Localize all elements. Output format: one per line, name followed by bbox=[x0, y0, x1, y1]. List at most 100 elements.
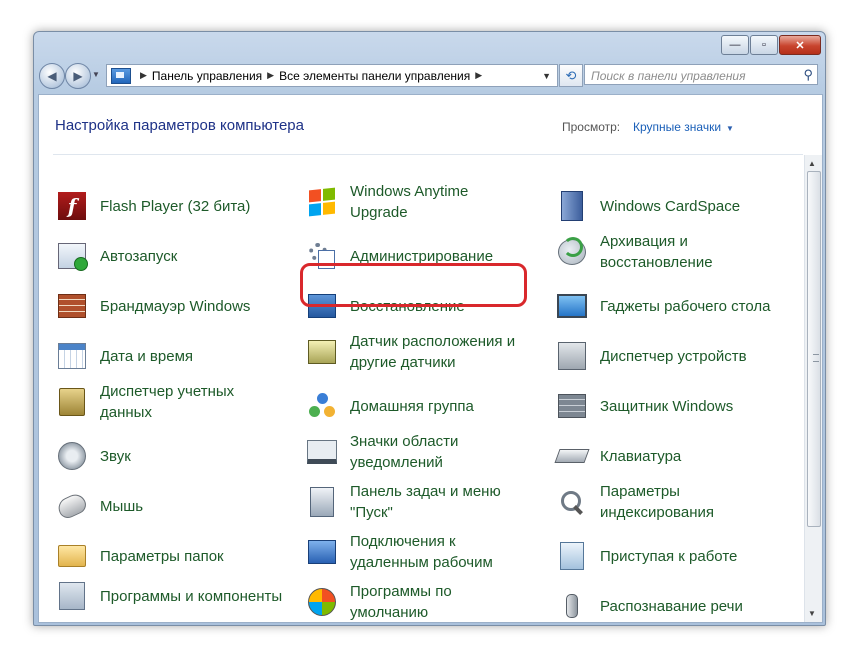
refresh-icon: ⟲ bbox=[565, 67, 577, 83]
taskbar-icon bbox=[307, 487, 337, 517]
gadgets-icon bbox=[557, 291, 587, 321]
cp-item-label: Мышь bbox=[100, 497, 144, 515]
cp-item-label: Windows CardSpace bbox=[600, 197, 741, 215]
cp-item-homegroup[interactable]: Домашняя группа bbox=[307, 391, 540, 421]
cp-item-backup-restore[interactable]: Архивация и восстановление bbox=[557, 231, 760, 273]
cp-item-desktop-gadgets[interactable]: Гаджеты рабочего стола bbox=[557, 291, 800, 321]
cp-item-label: Домашняя группа bbox=[350, 397, 474, 415]
scroll-down-icon[interactable]: ▼ bbox=[808, 609, 816, 618]
cp-item-sound[interactable]: Звук bbox=[57, 441, 290, 471]
cp-item-label: Программы и компоненты bbox=[100, 587, 283, 605]
vertical-scrollbar[interactable]: ▲ ▼ bbox=[804, 155, 822, 622]
cp-item-label: Брандмауэр Windows bbox=[100, 297, 251, 315]
cp-item-getting-started[interactable]: Приступая к работе bbox=[557, 541, 800, 571]
cp-item-label: Автозапуск bbox=[100, 247, 178, 265]
search-input[interactable] bbox=[589, 66, 793, 85]
breadcrumb-all-items[interactable]: Все элементы панели управления bbox=[279, 69, 470, 83]
view-mode-dropdown[interactable]: Крупные значки ▼ bbox=[633, 120, 734, 134]
microphone-icon bbox=[557, 591, 587, 621]
breadcrumb-separator-icon[interactable]: ▶ bbox=[140, 70, 147, 81]
cp-item-label: Windows Anytime Upgrade bbox=[350, 183, 469, 221]
cp-item-label: Защитник Windows bbox=[600, 397, 734, 415]
cp-item-label: Программы по умолчанию bbox=[350, 583, 452, 621]
cp-item-remote-desktop[interactable]: Подключения к удаленным рабочим bbox=[307, 531, 520, 573]
page-title: Настройка параметров компьютера bbox=[55, 117, 304, 134]
cp-item-windows-defender[interactable]: Защитник Windows bbox=[557, 391, 800, 421]
highlight-frame bbox=[300, 263, 527, 307]
cp-item-label: Параметры папок bbox=[100, 547, 224, 565]
cp-item-credential-manager[interactable]: Диспетчер учетных данных bbox=[57, 381, 290, 423]
content-pane: Настройка параметров компьютера Просмотр… bbox=[38, 94, 823, 623]
folder-icon bbox=[57, 541, 87, 571]
search-icon[interactable]: ⚲ bbox=[803, 67, 813, 83]
back-button[interactable]: ◀ bbox=[39, 63, 65, 89]
speaker-icon bbox=[57, 441, 87, 471]
cp-item-speech-recognition[interactable]: Распознавание речи bbox=[557, 591, 800, 621]
cp-item-folder-options[interactable]: Параметры папок bbox=[57, 541, 290, 571]
address-bar[interactable]: ▶ Панель управления ▶ Все элементы панел… bbox=[106, 64, 558, 87]
breadcrumb-separator-icon[interactable]: ▶ bbox=[475, 70, 482, 81]
cp-item-location-sensors[interactable]: Датчик расположения и другие датчики bbox=[307, 331, 540, 373]
cp-item-label: Приступая к работе bbox=[600, 547, 738, 565]
vault-icon bbox=[57, 387, 87, 417]
firewall-icon bbox=[57, 291, 87, 321]
device-manager-icon bbox=[557, 341, 587, 371]
cp-item-label: Клавиатура bbox=[600, 447, 682, 465]
breadcrumb-control-panel[interactable]: Панель управления bbox=[152, 69, 262, 83]
cp-item-label: Значки области уведомлений bbox=[350, 433, 459, 471]
cardspace-icon bbox=[557, 191, 587, 221]
autoplay-icon bbox=[57, 241, 88, 271]
remote-desktop-icon bbox=[307, 537, 337, 567]
scroll-up-icon[interactable]: ▲ bbox=[808, 159, 816, 168]
minimize-button[interactable]: — bbox=[721, 35, 749, 55]
header-divider bbox=[53, 154, 803, 155]
cp-item-cardspace[interactable]: Windows CardSpace bbox=[557, 191, 780, 221]
control-panel-window: — ▫ ✕ ◀ ▶ ▼ ▶ Панель управления ▶ Все эл… bbox=[33, 31, 826, 626]
cp-item-mouse[interactable]: Мышь bbox=[55, 491, 290, 521]
calendar-icon bbox=[57, 341, 87, 371]
dropdown-arrow-icon: ▼ bbox=[726, 124, 734, 133]
cp-item-autoplay[interactable]: Автозапуск bbox=[57, 241, 290, 271]
window-controls: — ▫ ✕ bbox=[720, 35, 821, 55]
close-button[interactable]: ✕ bbox=[779, 35, 821, 55]
backup-icon bbox=[557, 237, 587, 267]
forward-button[interactable]: ▶ bbox=[65, 63, 91, 89]
cp-item-notification-icons[interactable]: Значки области уведомлений bbox=[307, 431, 540, 473]
getting-started-icon bbox=[557, 541, 587, 571]
search-box: ⚲ bbox=[584, 64, 818, 85]
control-panel-icon bbox=[111, 67, 131, 84]
cp-item-anytime-upgrade[interactable]: Windows Anytime Upgrade bbox=[307, 181, 510, 223]
back-arrow-icon: ◀ bbox=[47, 69, 57, 83]
navigation-bar: ◀ ▶ ▼ ▶ Панель управления ▶ Все элементы… bbox=[34, 58, 825, 92]
cp-item-taskbar-start[interactable]: Панель задач и меню "Пуск" bbox=[307, 481, 520, 523]
cp-item-label: Параметры индексирования bbox=[600, 483, 714, 521]
programs-icon bbox=[57, 581, 87, 611]
cp-item-indexing-options[interactable]: Параметры индексирования bbox=[557, 481, 750, 523]
address-dropdown-icon[interactable]: ▼ bbox=[542, 71, 551, 81]
grip-icon bbox=[813, 354, 819, 362]
notification-tray-icon bbox=[307, 437, 337, 467]
cp-item-label: Диспетчер устройств bbox=[600, 347, 747, 365]
maximize-button[interactable]: ▫ bbox=[750, 35, 778, 55]
refresh-button[interactable]: ⟲ bbox=[559, 64, 583, 87]
cp-item-default-programs[interactable]: Программы по умолчанию bbox=[307, 581, 480, 623]
scrollbar-thumb[interactable] bbox=[807, 171, 821, 527]
default-programs-icon bbox=[307, 587, 337, 617]
sensor-icon bbox=[307, 337, 337, 367]
recent-pages-dropdown[interactable]: ▼ bbox=[92, 70, 100, 79]
cp-item-label: Подключения к удаленным рабочим bbox=[350, 533, 493, 571]
cp-item-device-manager[interactable]: Диспетчер устройств bbox=[557, 341, 800, 371]
cp-item-label: Архивация и восстановление bbox=[600, 233, 713, 271]
cp-item-flash-player[interactable]: f Flash Player (32 бита) bbox=[57, 191, 290, 221]
cp-item-label: Дата и время bbox=[100, 347, 194, 365]
cp-item-label: Диспетчер учетных данных bbox=[100, 383, 235, 421]
cp-item-programs-features[interactable]: Программы и компоненты bbox=[57, 581, 290, 611]
breadcrumb-separator-icon[interactable]: ▶ bbox=[267, 70, 274, 81]
cp-item-label: Распознавание речи bbox=[600, 597, 743, 615]
homegroup-icon bbox=[307, 391, 337, 421]
indexing-icon bbox=[557, 487, 587, 517]
cp-item-firewall[interactable]: Брандмауэр Windows bbox=[57, 291, 290, 321]
cp-item-label: Панель задач и меню "Пуск" bbox=[350, 483, 501, 521]
cp-item-date-time[interactable]: Дата и время bbox=[57, 341, 290, 371]
cp-item-keyboard[interactable]: Клавиатура bbox=[554, 441, 800, 471]
